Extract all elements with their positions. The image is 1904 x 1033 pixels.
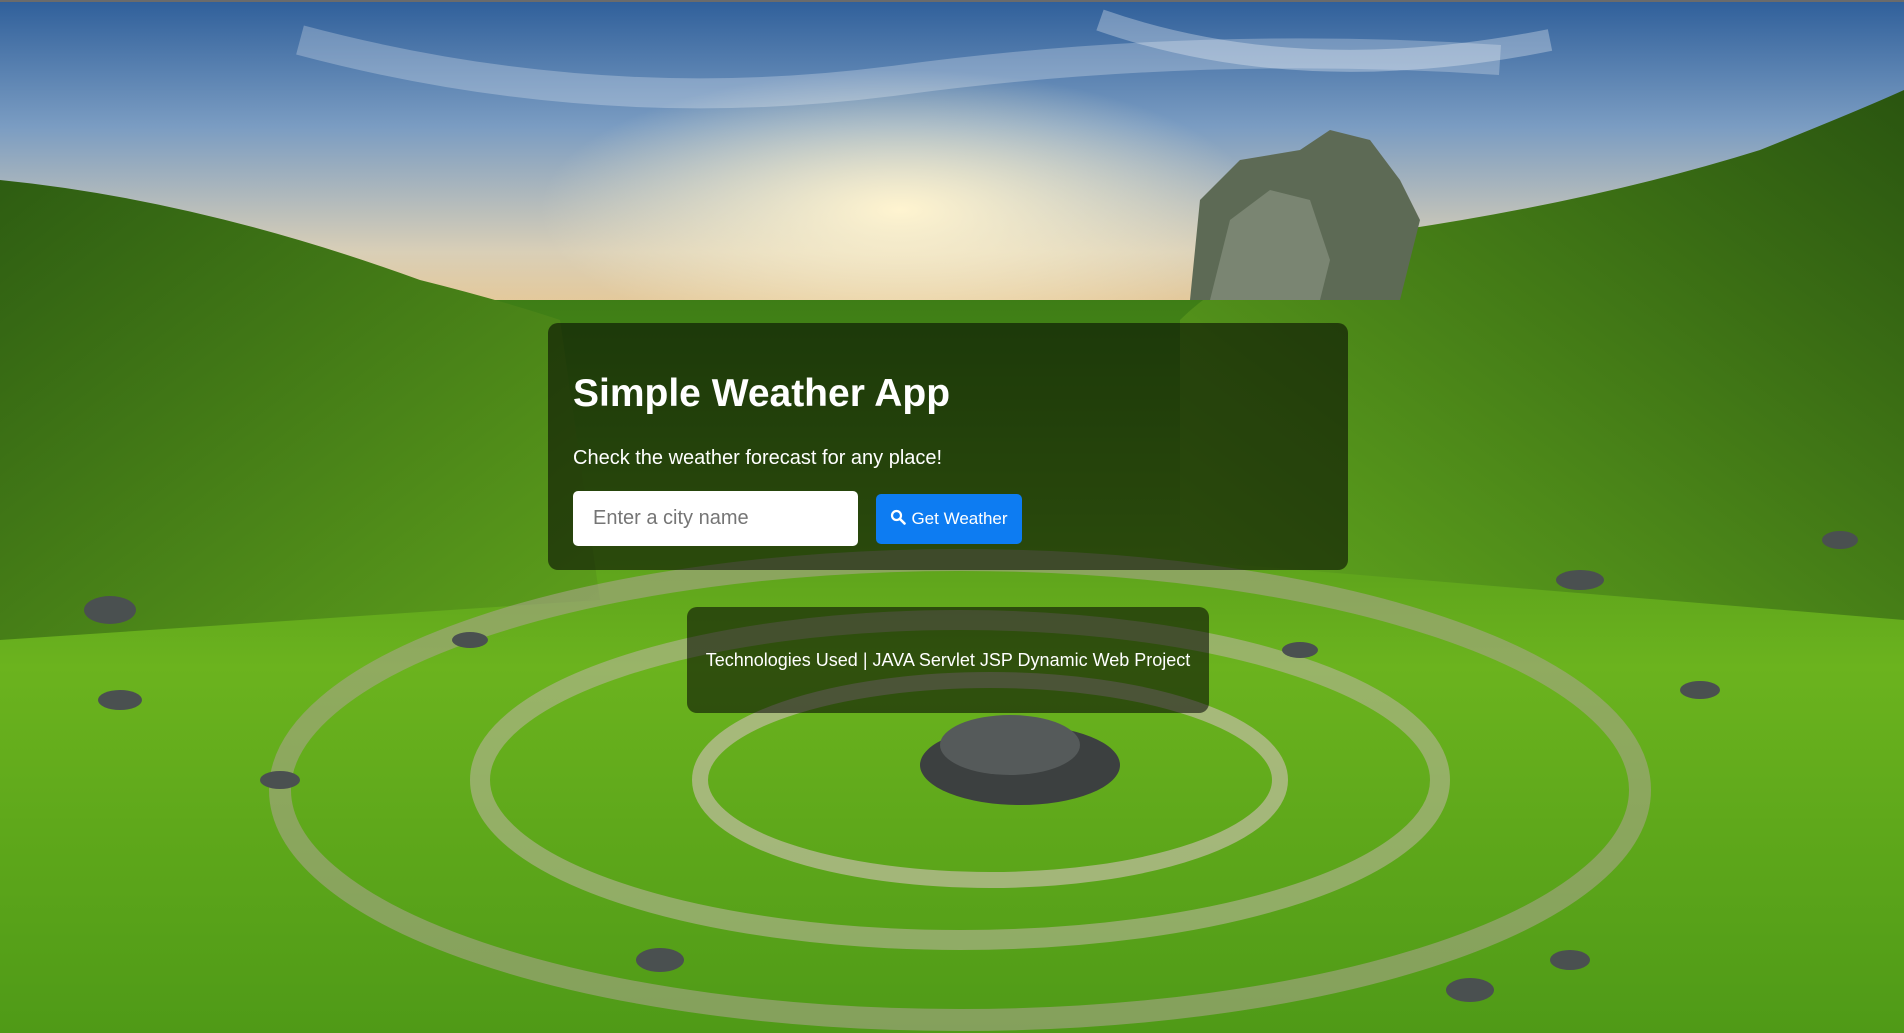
- top-border: [0, 0, 1904, 2]
- page-title: Simple Weather App: [573, 372, 951, 415]
- page-subtitle: Check the weather forecast for any place…: [573, 447, 943, 469]
- search-icon: [890, 509, 907, 530]
- city-search-input[interactable]: [573, 491, 858, 546]
- get-weather-button[interactable]: Get Weather: [876, 494, 1022, 544]
- footer-text: Technologies Used | JAVA Servlet JSP Dyn…: [705, 649, 1191, 670]
- weather-search-card: Simple Weather App Check the weather for…: [548, 323, 1348, 570]
- get-weather-label: Get Weather: [911, 509, 1008, 528]
- page: Simple Weather App Check the weather for…: [0, 0, 1904, 1033]
- technologies-footer: Technologies Used | JAVA Servlet JSP Dyn…: [687, 607, 1209, 713]
